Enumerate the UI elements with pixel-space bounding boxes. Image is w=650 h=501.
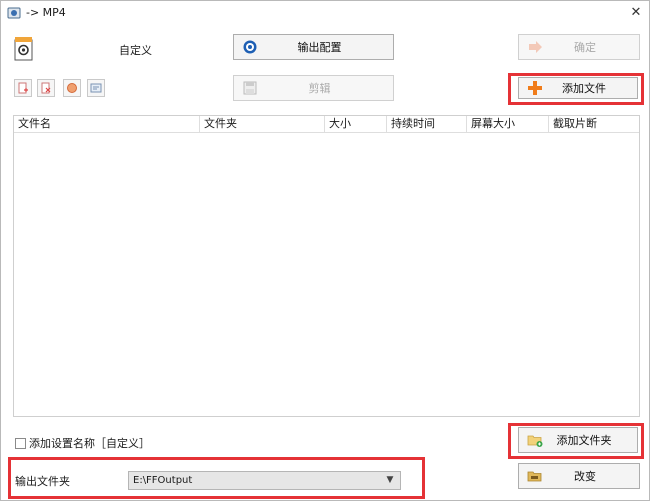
add-item-tool-button[interactable] xyxy=(14,79,32,97)
arrow-right-icon xyxy=(529,41,542,53)
output-config-button[interactable]: 输出配置 xyxy=(233,34,394,60)
column-header-folder[interactable]: 文件夹 xyxy=(200,116,325,133)
file-add-icon xyxy=(18,82,28,94)
folder-add-icon xyxy=(527,435,543,447)
folder-icon xyxy=(527,471,542,482)
plus-icon xyxy=(528,81,542,95)
media-info-tool-button[interactable] xyxy=(87,79,105,97)
title-bar: -> MP4 ✕ xyxy=(1,1,649,25)
file-remove-icon xyxy=(41,82,51,94)
clip-button[interactable]: 剪辑 xyxy=(233,75,394,101)
clear-tool-button[interactable] xyxy=(63,79,81,97)
gear-icon xyxy=(243,40,257,54)
remove-item-tool-button[interactable] xyxy=(37,79,55,97)
file-list-table[interactable]: 文件名 文件夹 大小 持续时间 屏幕大小 截取片断 xyxy=(13,115,640,417)
add-setting-name-checkbox[interactable] xyxy=(15,437,26,449)
add-file-button[interactable]: 添加文件 xyxy=(518,77,638,99)
output-folder-value: E:\FFOutput xyxy=(133,475,193,486)
clip-icon xyxy=(243,81,257,95)
stop-icon xyxy=(67,83,77,93)
close-icon: ✕ xyxy=(630,5,642,20)
add-setting-name-row[interactable]: 添加设置名称［自定义］ xyxy=(15,435,150,451)
ok-button[interactable]: 确定 xyxy=(518,34,640,60)
column-header-duration[interactable]: 持续时间 xyxy=(387,116,467,133)
column-header-size[interactable]: 大小 xyxy=(325,116,387,133)
column-header-screen-size[interactable]: 屏幕大小 xyxy=(467,116,549,133)
column-header-clip-segment[interactable]: 截取片断 xyxy=(549,116,639,133)
convert-window: -> MP4 ✕ 自定义 输出配置 确定 剪辑 添加文件 文件名 文件夹 大小 … xyxy=(0,0,650,501)
window-title: -> MP4 xyxy=(26,6,66,19)
media-info-icon xyxy=(90,83,102,93)
profile-label: 自定义 xyxy=(119,44,152,57)
close-button[interactable]: ✕ xyxy=(627,4,645,22)
profile-icon xyxy=(14,37,33,61)
output-folder-select[interactable]: E:\FFOutput ▼ xyxy=(128,471,401,490)
change-button[interactable]: 改变 xyxy=(518,463,640,489)
output-folder-label: 输出文件夹 xyxy=(15,475,70,488)
app-icon xyxy=(7,7,21,19)
add-setting-name-label: 添加设置名称［自定义］ xyxy=(29,437,150,450)
add-folder-button[interactable]: 添加文件夹 xyxy=(518,427,638,453)
chevron-down-icon[interactable]: ▼ xyxy=(383,472,397,489)
column-header-filename[interactable]: 文件名 xyxy=(14,116,200,133)
table-header: 文件名 文件夹 大小 持续时间 屏幕大小 截取片断 xyxy=(14,116,639,133)
